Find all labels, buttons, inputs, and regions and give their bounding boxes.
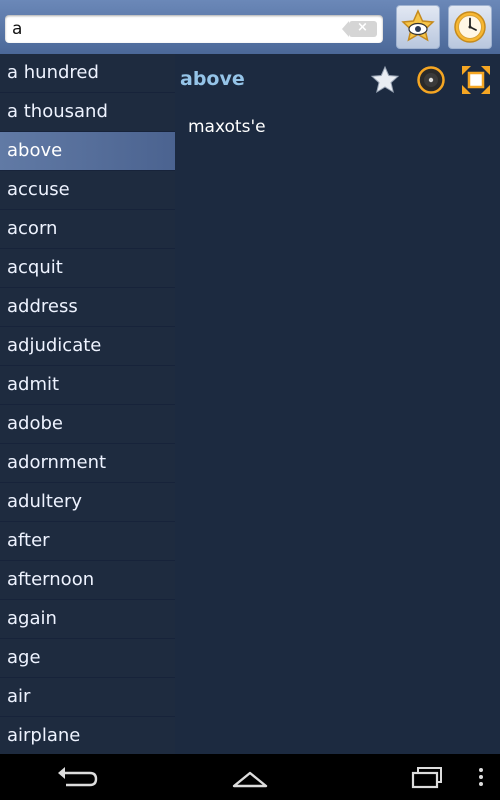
clear-x-icon: × bbox=[357, 20, 368, 35]
recent-apps-icon[interactable] bbox=[396, 761, 456, 793]
search-text: a bbox=[12, 19, 23, 39]
list-item[interactable]: adornment bbox=[0, 444, 175, 483]
eye-star-icon bbox=[401, 9, 435, 42]
list-item[interactable]: adultery bbox=[0, 483, 175, 522]
back-icon[interactable] bbox=[46, 761, 106, 793]
list-item[interactable]: after bbox=[0, 522, 175, 561]
list-item[interactable]: admit bbox=[0, 366, 175, 405]
top-bar: a × bbox=[0, 0, 500, 54]
favorites-button[interactable] bbox=[396, 5, 440, 49]
list-item[interactable]: air bbox=[0, 678, 175, 717]
list-item[interactable]: airplane bbox=[0, 717, 175, 756]
list-item[interactable]: adobe bbox=[0, 405, 175, 444]
home-icon[interactable] bbox=[220, 761, 280, 793]
list-item[interactable]: again bbox=[0, 600, 175, 639]
list-item[interactable]: accuse bbox=[0, 171, 175, 210]
list-item[interactable]: adjudicate bbox=[0, 327, 175, 366]
list-item[interactable]: address bbox=[0, 288, 175, 327]
clear-search-button[interactable]: × bbox=[342, 20, 377, 37]
star-icon[interactable] bbox=[370, 65, 400, 95]
expand-icon[interactable] bbox=[461, 65, 491, 95]
detail-pane: above maxots'e bbox=[175, 54, 500, 754]
audio-icon[interactable] bbox=[416, 65, 446, 95]
list-item[interactable]: a hundred bbox=[0, 54, 175, 93]
list-item[interactable]: acorn bbox=[0, 210, 175, 249]
list-item[interactable]: afternoon bbox=[0, 561, 175, 600]
clock-icon bbox=[454, 11, 486, 43]
list-item[interactable]: a thousand bbox=[0, 93, 175, 132]
history-button[interactable] bbox=[448, 5, 492, 49]
word-list: a hundred a thousand above accuse acorn … bbox=[0, 54, 175, 756]
translation-text: maxots'e bbox=[188, 117, 266, 137]
overflow-menu-icon[interactable] bbox=[468, 761, 494, 793]
list-item[interactable]: age bbox=[0, 639, 175, 678]
navigation-bar bbox=[0, 754, 500, 800]
list-item-selected[interactable]: above bbox=[0, 132, 175, 171]
detail-word: above bbox=[180, 68, 245, 90]
search-input[interactable]: a × bbox=[5, 15, 383, 43]
list-item[interactable]: acquit bbox=[0, 249, 175, 288]
